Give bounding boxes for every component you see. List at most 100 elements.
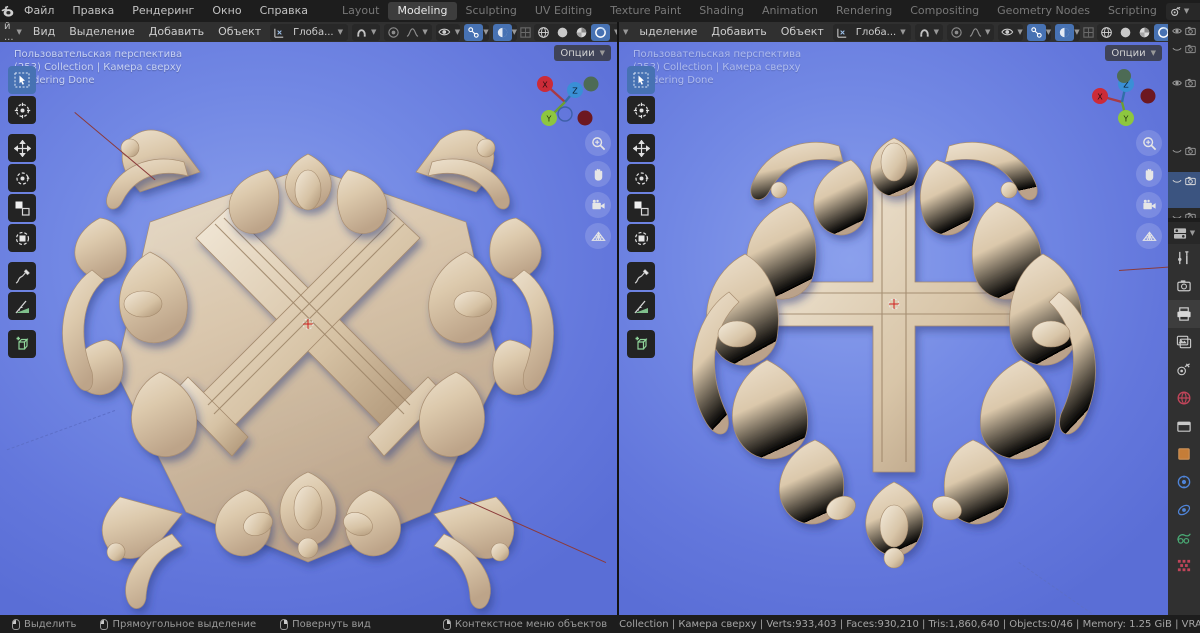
outliner-row[interactable] <box>1168 190 1200 208</box>
outliner-panel[interactable] <box>1168 22 1200 218</box>
add-cube-tool[interactable] <box>627 330 655 358</box>
workspace-tab-uv-editing[interactable]: UV Editing <box>526 2 601 20</box>
right-toolbar[interactable] <box>627 66 655 358</box>
workspace-tab-layout[interactable]: Layout <box>333 2 388 20</box>
eye-icon[interactable] <box>1172 78 1182 88</box>
left-navigation-gizmo[interactable]: X Y Z <box>529 66 601 138</box>
eye-closed-icon[interactable] <box>1172 176 1182 186</box>
magnet-icon[interactable] <box>352 24 371 41</box>
outliner-row[interactable] <box>1168 208 1200 218</box>
workspace-tab-sculpting[interactable]: Sculpting <box>457 2 526 20</box>
wireframe-icon[interactable] <box>1097 24 1116 41</box>
outliner-row[interactable] <box>1168 40 1200 58</box>
show-gizmo-icon[interactable] <box>998 24 1017 41</box>
eye-closed-icon[interactable] <box>1172 212 1182 218</box>
properties-editor-icon[interactable] <box>1173 227 1188 240</box>
editor-type-selector-right[interactable]: ▼ <box>619 23 632 41</box>
proportional-edit-group-left[interactable]: ▼ <box>384 24 431 41</box>
transform-orientation-right[interactable]: Глоба... ▼ <box>833 24 911 41</box>
properties-tab-output[interactable] <box>1168 300 1200 328</box>
xray-group-right[interactable]: ▼ <box>1055 24 1079 41</box>
properties-tab-render[interactable] <box>1168 272 1200 300</box>
xray-group-left[interactable]: ▼ <box>493 24 517 41</box>
properties-tab-scene[interactable] <box>1168 356 1200 384</box>
proportional-edit-group-right[interactable]: ▼ <box>947 24 994 41</box>
cursor-tool[interactable] <box>627 96 655 124</box>
right-3d-viewport[interactable]: Пользовательская перспектива (253) Colle… <box>619 42 1168 615</box>
workspace-tab-compositing[interactable]: Compositing <box>901 2 988 20</box>
visibility-group-right[interactable]: ▼ <box>998 24 1022 41</box>
falloff-curve-icon[interactable] <box>966 24 985 41</box>
right-nav-buttons[interactable] <box>1136 130 1162 249</box>
workspace-tab-texture-paint[interactable]: Texture Paint <box>601 2 690 20</box>
left-menu-add[interactable]: Добавить <box>142 22 211 42</box>
overlays-icon[interactable] <box>1027 24 1046 41</box>
properties-panel[interactable]: ▼ <box>1168 222 1200 615</box>
eye-closed-icon[interactable] <box>1172 44 1182 54</box>
camera-icon[interactable] <box>1185 176 1196 186</box>
properties-tab-physics[interactable] <box>1168 524 1200 552</box>
solid-sphere-icon[interactable] <box>1116 24 1135 41</box>
outliner-row[interactable] <box>1168 142 1200 160</box>
menu-help[interactable]: Справка <box>251 0 317 22</box>
eye-closed-icon[interactable] <box>1172 146 1182 156</box>
rotate-tool[interactable] <box>8 164 36 192</box>
zoom-icon[interactable] <box>585 130 611 156</box>
wireframe-icon[interactable] <box>534 24 553 41</box>
measure-tool[interactable] <box>627 292 655 320</box>
left-toolbar[interactable] <box>8 66 36 358</box>
measure-tool[interactable] <box>8 292 36 320</box>
right-viewport-options[interactable]: Опции ▼ <box>1105 45 1162 61</box>
scene-selector[interactable]: ▼ Scene ✕ <box>1166 3 1200 20</box>
toggle-xray-icon[interactable] <box>519 24 532 41</box>
right-menu-select[interactable]: ыделение <box>632 22 704 42</box>
zoom-icon[interactable] <box>1136 130 1162 156</box>
camera-icon[interactable] <box>1185 146 1196 156</box>
right-navigation-gizmo[interactable]: X Y Z <box>1086 66 1158 138</box>
shading-modes-left[interactable]: ▼ <box>534 24 617 41</box>
xray-icon[interactable] <box>493 24 512 41</box>
toggle-xray-icon[interactable] <box>1082 24 1095 41</box>
hand-icon[interactable] <box>585 161 611 187</box>
tweak-select-box-tool[interactable] <box>627 66 655 94</box>
visibility-group-left[interactable]: ▼ <box>436 24 460 41</box>
editor-type-selector-left[interactable]: й ...▼ <box>0 23 26 41</box>
orientation-label[interactable]: Глоба... <box>852 27 900 38</box>
properties-tab-tool[interactable] <box>1168 244 1200 272</box>
scene-name[interactable]: Scene <box>1194 5 1200 18</box>
left-menu-object[interactable]: Объект <box>211 22 268 42</box>
left-menu-view[interactable]: Вид <box>26 22 62 42</box>
annotate-tool[interactable] <box>627 262 655 290</box>
workspace-tab-shading[interactable]: Shading <box>690 2 753 20</box>
workspace-tab-geometry-nodes[interactable]: Geometry Nodes <box>988 2 1099 20</box>
properties-tab-texture[interactable] <box>1168 552 1200 580</box>
properties-tab-modifiers[interactable] <box>1168 468 1200 496</box>
snap-group-left[interactable]: ▼ <box>352 24 380 41</box>
material-sphere-icon[interactable] <box>1135 24 1154 41</box>
properties-tab-particles[interactable] <box>1168 496 1200 524</box>
menu-edit[interactable]: Правка <box>63 0 123 22</box>
proportional-edit-icon[interactable] <box>384 24 403 41</box>
falloff-curve-icon[interactable] <box>403 24 422 41</box>
properties-tab-view-layer[interactable] <box>1168 328 1200 356</box>
scale-tool[interactable] <box>8 194 36 222</box>
magnet-icon[interactable] <box>915 24 934 41</box>
blender-logo-icon[interactable] <box>0 0 15 22</box>
rotate-tool[interactable] <box>627 164 655 192</box>
overlays-icon[interactable] <box>464 24 483 41</box>
options-label[interactable]: Опции <box>560 48 594 59</box>
right-menu-add[interactable]: Добавить <box>704 22 773 42</box>
right-menu-object[interactable]: Объект <box>774 22 831 42</box>
show-gizmo-icon[interactable] <box>436 24 455 41</box>
snap-group-right[interactable]: ▼ <box>915 24 943 41</box>
properties-tab-object[interactable] <box>1168 440 1200 468</box>
menu-file[interactable]: Файл <box>15 0 63 22</box>
outliner-row[interactable] <box>1168 74 1200 92</box>
cursor-tool[interactable] <box>8 96 36 124</box>
move-tool[interactable] <box>8 134 36 162</box>
grid-icon[interactable] <box>585 223 611 249</box>
camera-icon[interactable] <box>1185 26 1196 36</box>
workspace-tab-animation[interactable]: Animation <box>753 2 827 20</box>
transform-tool[interactable] <box>8 224 36 252</box>
orientation-label[interactable]: Глоба... <box>289 27 337 38</box>
